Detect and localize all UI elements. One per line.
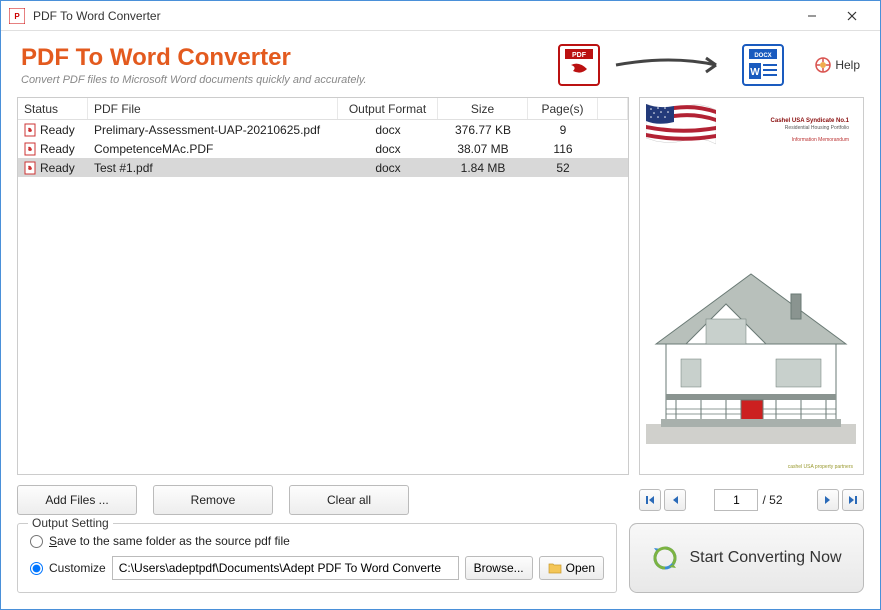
table-row[interactable]: Ready Prelimary-Assessment-UAP-20210625.p…	[18, 120, 628, 139]
first-page-button[interactable]	[639, 489, 661, 511]
page-subtitle: Convert PDF files to Microsoft Word docu…	[21, 74, 557, 86]
help-icon	[815, 57, 831, 73]
browse-button[interactable]: Browse...	[465, 556, 533, 580]
header-graphic: PDF DOCX W	[557, 43, 785, 87]
table-body: Ready Prelimary-Assessment-UAP-20210625.p…	[18, 120, 628, 474]
output-setting-group: Output Setting Save to the same folder a…	[17, 523, 617, 593]
svg-text:PDF: PDF	[572, 52, 587, 59]
pager: / 52	[639, 485, 864, 515]
start-converting-button[interactable]: Start Converting Now	[629, 523, 864, 593]
status-text: Ready	[40, 123, 75, 137]
table-header: Status PDF File Output Format Size Page(…	[18, 98, 628, 120]
open-folder-button[interactable]: Open	[539, 556, 604, 580]
prev-page-button[interactable]	[664, 489, 686, 511]
customize-radio-input[interactable]	[30, 562, 43, 575]
svg-text:P: P	[14, 12, 20, 21]
file-size: 38.07 MB	[438, 139, 528, 158]
file-name: Prelimary-Assessment-UAP-20210625.pdf	[88, 120, 338, 139]
app-window: P PDF To Word Converter PDF To Word Conv…	[0, 0, 881, 610]
minimize-button[interactable]	[792, 1, 832, 31]
file-name: CompetenceMAc.PDF	[88, 139, 338, 158]
header: PDF To Word Converter Convert PDF files …	[1, 31, 880, 97]
file-size: 1.84 MB	[438, 158, 528, 177]
page-input[interactable]	[714, 489, 758, 511]
remove-button[interactable]: Remove	[153, 485, 273, 515]
open-label: Open	[566, 561, 595, 575]
house-illustration	[646, 264, 856, 444]
output-legend: Output Setting	[28, 516, 113, 530]
clear-all-button[interactable]: Clear all	[289, 485, 409, 515]
table-row[interactable]: Ready CompetenceMAc.PDFdocx38.07 MB116	[18, 139, 628, 158]
last-page-button[interactable]	[842, 489, 864, 511]
next-page-button[interactable]	[817, 489, 839, 511]
pdf-file-icon	[24, 142, 36, 156]
col-size[interactable]: Size	[438, 98, 528, 119]
start-label: Start Converting Now	[689, 549, 841, 567]
pdf-file-icon	[24, 123, 36, 137]
close-button[interactable]	[832, 1, 872, 31]
status-text: Ready	[40, 161, 75, 175]
flag-icon	[646, 104, 716, 154]
help-button[interactable]: Help	[815, 57, 860, 73]
status-text: Ready	[40, 142, 75, 156]
output-path-input[interactable]	[112, 556, 459, 580]
customize-radio[interactable]: Customize	[30, 561, 106, 575]
output-format: docx	[338, 158, 438, 177]
page-count: 116	[528, 139, 598, 158]
add-files-button[interactable]: Add Files ...	[17, 485, 137, 515]
svg-text:W: W	[751, 67, 761, 78]
svg-text:DOCX: DOCX	[755, 53, 772, 59]
col-file[interactable]: PDF File	[88, 98, 338, 119]
arrow-icon	[611, 50, 731, 80]
pdf-file-icon	[24, 161, 36, 175]
customize-label: Customize	[49, 561, 106, 575]
col-status[interactable]: Status	[18, 98, 88, 119]
pdf-icon: PDF	[557, 43, 601, 87]
preview-footer: cashel USA property partners	[650, 464, 853, 470]
file-name: Test #1.pdf	[88, 158, 338, 177]
same-folder-radio[interactable]: Save to the same folder as the source pd…	[30, 534, 604, 548]
docx-icon: DOCX W	[741, 43, 785, 87]
preview-heading: Cashel USA Syndicate No.1 Residential Ho…	[771, 118, 849, 143]
window-title: PDF To Word Converter	[33, 9, 792, 23]
folder-icon	[548, 562, 562, 574]
page-count: 9	[528, 120, 598, 139]
page-total: / 52	[762, 493, 782, 507]
output-format: docx	[338, 139, 438, 158]
titlebar: P PDF To Word Converter	[1, 1, 880, 31]
page-title: PDF To Word Converter	[21, 44, 557, 72]
output-format: docx	[338, 120, 438, 139]
file-size: 376.77 KB	[438, 120, 528, 139]
page-count: 52	[528, 158, 598, 177]
col-format[interactable]: Output Format	[338, 98, 438, 119]
preview-pane: Cashel USA Syndicate No.1 Residential Ho…	[639, 97, 864, 475]
app-icon: P	[9, 8, 25, 24]
file-table: Status PDF File Output Format Size Page(…	[17, 97, 629, 475]
help-label: Help	[835, 58, 860, 72]
refresh-icon	[651, 544, 679, 572]
table-row[interactable]: Ready Test #1.pdfdocx1.84 MB52	[18, 158, 628, 177]
col-pages[interactable]: Page(s)	[528, 98, 598, 119]
same-folder-radio-input[interactable]	[30, 535, 43, 548]
